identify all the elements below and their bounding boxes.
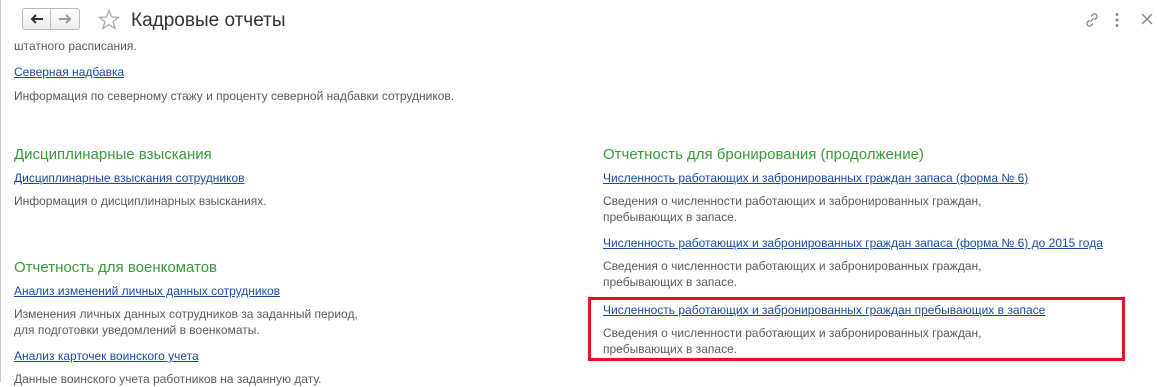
personal-data-changes-description-line1: Изменения личных данных сотрудников за з…: [14, 307, 358, 321]
back-arrow-icon: [30, 14, 43, 24]
military-heading: Отчетность для военкоматов: [14, 259, 218, 276]
back-button[interactable]: [22, 8, 51, 30]
forward-button[interactable]: [51, 8, 80, 30]
personal-data-changes-link[interactable]: Анализ изменений личных данных сотрудник…: [14, 283, 280, 299]
disciplinary-description: Информация о дисциплинарных взысканиях.: [14, 194, 267, 208]
navigation-buttons: [22, 8, 80, 32]
northern-allowance-description: Информация по северному стажу и проценту…: [14, 89, 455, 103]
northern-allowance-link[interactable]: Северная надбавка: [14, 64, 124, 80]
form6-before-2015-link[interactable]: Численность работающих и забронированных…: [603, 235, 1103, 251]
disciplinary-heading: Дисциплинарные взыскания: [14, 146, 212, 163]
form6-description-line1: Сведения о численности работающих и забр…: [603, 194, 982, 208]
cut-description-text: штатного расписания.: [14, 39, 137, 53]
page-title: Кадровые отчеты: [131, 10, 286, 31]
form6-link[interactable]: Численность работающих и забронированных…: [603, 170, 1028, 186]
reservation-heading: Отчетность для бронирования (продолжение…: [603, 146, 924, 163]
star-icon[interactable]: [98, 9, 120, 31]
highlight-frame: [588, 297, 1125, 361]
close-icon[interactable]: [1140, 12, 1154, 26]
window-border: [0, 0, 1, 382]
form6-before-2015-description-line2: пребывающих в запасе.: [603, 275, 738, 289]
more-icon[interactable]: [1114, 12, 1120, 28]
form6-description-line2: пребывающих в запасе.: [603, 210, 738, 224]
forward-arrow-icon: [59, 14, 72, 24]
military-cards-description: Данные воинского учета работников на зад…: [14, 372, 322, 386]
form6-before-2015-description-line1: Сведения о численности работающих и забр…: [603, 259, 982, 273]
disciplinary-link[interactable]: Дисциплинарные взыскания сотрудников: [14, 170, 245, 186]
military-cards-link[interactable]: Анализ карточек воинского учета: [14, 348, 199, 364]
personal-data-changes-description-line2: для подготовки уведомлений в военкоматы.: [14, 323, 260, 337]
link-icon[interactable]: [1084, 12, 1100, 28]
